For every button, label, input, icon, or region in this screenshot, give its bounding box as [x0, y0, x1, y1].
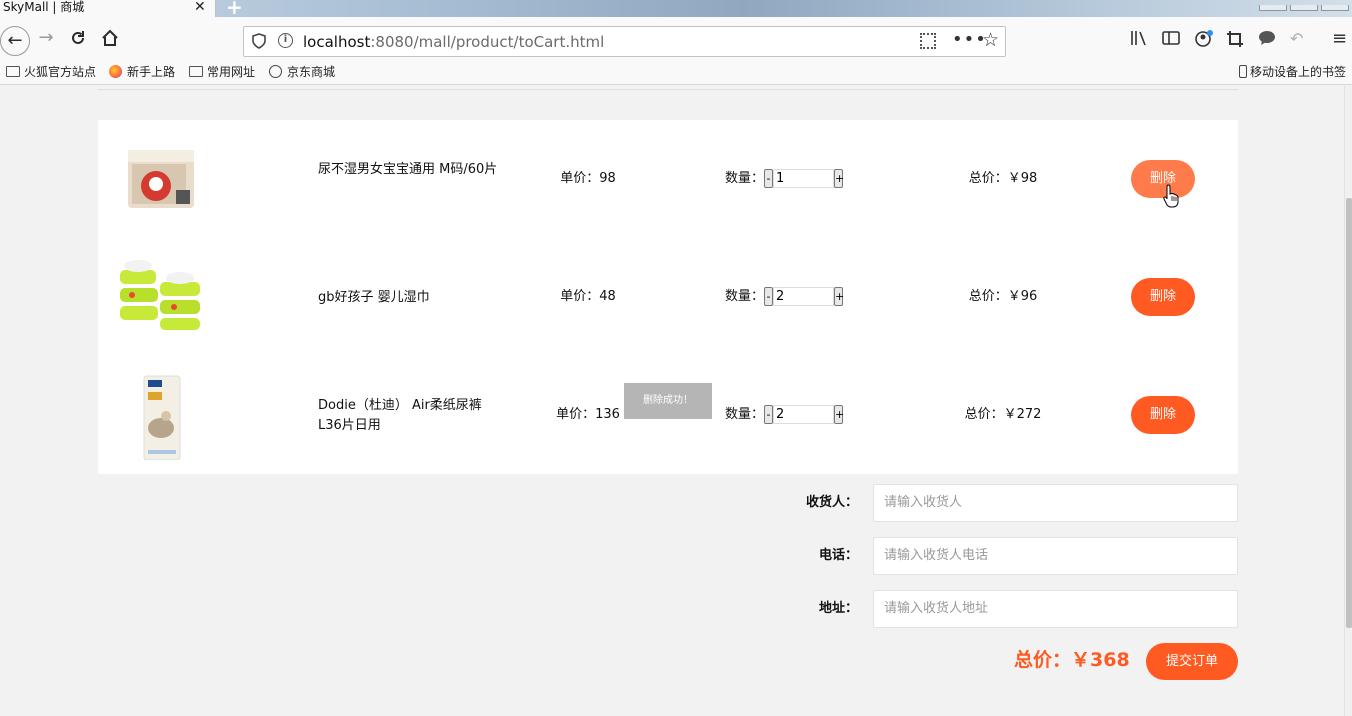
library-icon[interactable]: [1130, 30, 1148, 50]
sidebar-icon[interactable]: [1162, 30, 1180, 50]
increase-button[interactable]: +: [834, 287, 844, 306]
quantity-stepper: 数量： -2 +: [725, 287, 844, 307]
bookmark-label: 移动设备上的书签: [1250, 65, 1347, 79]
bookmarks-toolbar: 火狐官方站点 新手上路 常用网址 京东商城 移动设备上的书签: [0, 61, 1352, 85]
phone-row: 电话： 请输入收货人电话: [690, 537, 1238, 575]
bookmark-firefox-official[interactable]: 火狐官方站点: [6, 65, 96, 80]
phone-input[interactable]: 请输入收货人电话: [873, 537, 1238, 575]
mobile-icon: [1239, 65, 1247, 78]
product-name[interactable]: Dodie（杜迪） Air柔纸尿裤L36片日用: [318, 396, 503, 436]
cart-list: 尿不湿男女宝宝通用 M码/60片 单价：98 数量： -1 + 总价：￥98 删除 …: [98, 120, 1238, 474]
quantity-stepper: 数量： -2 +: [725, 405, 844, 425]
receiver-input[interactable]: 请输入收货人: [873, 484, 1238, 522]
window-controls: [1256, 0, 1352, 11]
quantity-input[interactable]: 2: [773, 287, 835, 306]
phone-label: 电话：: [818, 548, 858, 563]
close-tab-icon[interactable]: ✕: [194, 0, 206, 15]
chat-icon[interactable]: [1258, 30, 1276, 50]
unit-price: 单价：136: [556, 407, 620, 422]
site-info-icon[interactable]: i: [278, 33, 293, 48]
quantity-input[interactable]: 2: [773, 405, 835, 424]
account-icon[interactable]: [1194, 30, 1214, 52]
close-window-icon[interactable]: [1321, 5, 1349, 11]
url-text[interactable]: localhost:8080/mall/product/toCart.html: [303, 33, 604, 51]
bookmark-star-icon[interactable]: ☆: [982, 30, 999, 50]
product-image-dodie[interactable]: [116, 370, 206, 460]
cart-page: 尿不湿男女宝宝通用 M码/60片 单价：98 数量： -1 + 总价：￥98 删除 …: [0, 86, 1344, 716]
item-total: 总价：￥98: [968, 171, 1038, 186]
tab-skymall[interactable]: SkyMall | 商城 ✕: [0, 0, 216, 17]
url-path: :8080/mall/product/toCart.html: [370, 33, 605, 51]
product-name[interactable]: gb好孩子 婴儿湿巾: [318, 288, 503, 308]
address-label: 地址：: [818, 601, 858, 616]
unit-price: 单价：98: [560, 171, 616, 186]
submit-order-button[interactable]: 提交订单: [1146, 643, 1238, 680]
decrease-button[interactable]: -: [764, 405, 774, 424]
quantity-label: 数量：: [725, 407, 765, 422]
quantity-label: 数量：: [725, 171, 765, 186]
quantity-input[interactable]: 1: [773, 169, 835, 188]
bookmark-jd-mall[interactable]: 京东商城: [269, 65, 335, 80]
folder-icon: [189, 66, 203, 77]
minimize-icon[interactable]: [1259, 5, 1287, 11]
qr-code-icon[interactable]: [920, 33, 936, 49]
grand-total: 总价：￥368: [1014, 649, 1130, 671]
product-name[interactable]: 尿不湿男女宝宝通用 M码/60片: [318, 160, 503, 180]
address-row: 地址： 请输入收货人地址: [690, 590, 1238, 628]
product-image-wipes[interactable]: [116, 252, 206, 342]
menu-icon[interactable]: ≡: [1332, 30, 1347, 48]
navigation-toolbar: ← → i localhost:8080/mall/product/toCart…: [0, 17, 1352, 61]
bookmark-label: 常用网址: [207, 65, 256, 79]
new-tab-icon[interactable]: +: [226, 0, 243, 17]
back-arrow-icon[interactable]: ←: [0, 26, 30, 56]
increase-button[interactable]: +: [834, 169, 844, 188]
bookmark-common-sites[interactable]: 常用网址: [189, 65, 255, 80]
scrollbar-thumb[interactable]: [1346, 198, 1352, 628]
item-total: 总价：￥272: [964, 407, 1042, 422]
increase-button[interactable]: +: [834, 405, 844, 424]
decrease-button[interactable]: -: [764, 169, 774, 188]
tab-title: SkyMall | 商城: [3, 0, 85, 14]
quantity-label: 数量：: [725, 289, 765, 304]
cart-item: 尿不湿男女宝宝通用 M码/60片 单价：98 数量： -1 + 总价：￥98 删除: [98, 120, 1238, 238]
undo-icon[interactable]: ↶: [1290, 30, 1303, 48]
hand-cursor-icon: [1163, 184, 1179, 208]
home-icon[interactable]: [96, 24, 124, 52]
delete-button[interactable]: 删除: [1131, 278, 1195, 316]
url-host: localhost: [303, 33, 371, 51]
maximize-icon[interactable]: [1290, 5, 1318, 11]
item-total: 总价：￥96: [968, 289, 1038, 304]
address-input[interactable]: 请输入收货人地址: [873, 590, 1238, 628]
toast-message: 删除成功！: [624, 383, 712, 419]
unit-price: 单价：48: [560, 289, 616, 304]
product-image-diapers[interactable]: [116, 134, 206, 224]
decrease-button[interactable]: -: [764, 287, 774, 306]
bookmark-label: 新手上路: [127, 65, 176, 79]
delete-button[interactable]: 删除: [1131, 396, 1195, 434]
bookmark-label: 火狐官方站点: [24, 65, 97, 79]
tab-bar: SkyMall | 商城 ✕ +: [0, 0, 1352, 17]
receiver-row: 收货人： 请输入收货人: [690, 484, 1238, 522]
bookmark-label: 京东商城: [287, 65, 336, 79]
globe-icon: [269, 65, 282, 78]
shield-icon[interactable]: [252, 33, 266, 49]
folder-icon: [6, 66, 20, 77]
firefox-icon: [109, 65, 122, 78]
receiver-label: 收货人：: [805, 495, 858, 510]
address-bar[interactable]: i localhost:8080/mall/product/toCart.htm…: [243, 26, 1006, 57]
reload-icon[interactable]: [64, 24, 92, 52]
cart-item: gb好孩子 婴儿湿巾 单价：48 数量： -2 + 总价：￥96 删除: [98, 238, 1238, 356]
forward-arrow-icon[interactable]: →: [32, 24, 60, 52]
screenshot-crop-icon[interactable]: [1226, 30, 1244, 52]
bookmark-mobile[interactable]: 移动设备上的书签: [1239, 65, 1346, 80]
divider: [98, 89, 1238, 90]
bookmark-getting-started[interactable]: 新手上路: [109, 65, 175, 80]
quantity-stepper: 数量： -1 +: [725, 169, 844, 189]
page-scrollbar[interactable]: [1344, 86, 1352, 716]
